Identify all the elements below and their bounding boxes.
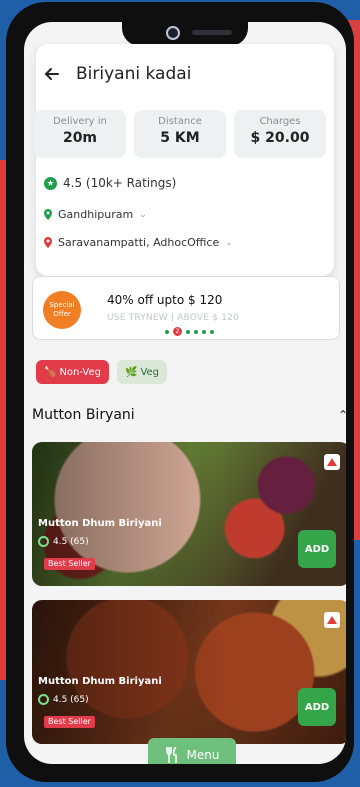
stat-label: Charges [259, 116, 301, 127]
stat-label: Distance [158, 116, 202, 127]
chevron-up-icon[interactable]: ⌃ [338, 408, 346, 422]
item-rating: 4.5 (65) [38, 536, 89, 547]
location-pin-icon [44, 209, 52, 220]
rating-icon [38, 694, 49, 705]
stat-distance: Distance 5 KM [134, 110, 226, 158]
filter-label: Non-Veg [59, 366, 101, 378]
item-name: Mutton Dhum Biriyani [38, 676, 162, 687]
location-pin-icon [44, 237, 52, 248]
bestseller-badge: Best Seller [44, 558, 95, 570]
phone-frame: Biriyani kadai Delivery in 20m Distance … [6, 2, 354, 782]
add-button[interactable]: ADD [298, 530, 336, 568]
offer-banner[interactable]: Special Offer 40% off upto $ 120 USE TRY… [32, 276, 340, 340]
stat-label: Delivery in [53, 116, 107, 127]
item-name: Mutton Dhum Biriyani [38, 518, 162, 529]
location-from-text: Gandhipuram [58, 208, 134, 221]
speaker-icon [192, 30, 232, 35]
carousel-dot[interactable] [194, 329, 198, 334]
nonveg-indicator-icon [324, 454, 340, 470]
menu-label: Menu [186, 748, 220, 762]
restaurant-stats: Delivery in 20m Distance 5 KM Charges $ … [34, 110, 326, 158]
chevron-down-icon: ⌄ [139, 209, 147, 220]
stat-value: $ 20.00 [250, 130, 310, 146]
back-arrow-icon[interactable] [42, 64, 62, 84]
carousel-dot[interactable] [210, 329, 214, 334]
carousel-dot[interactable] [186, 329, 190, 334]
offer-title: 40% off upto $ 120 [107, 293, 223, 307]
restaurant-rating: 4.5 (10k+ Ratings) [44, 176, 176, 190]
food-item-card[interactable]: Mutton Dhum Biriyani 4.5 (65) Best Selle… [32, 442, 346, 586]
drumstick-icon: 🍗 [44, 366, 57, 378]
offer-badge: Special Offer [43, 291, 81, 329]
carousel-dots: 2 [165, 327, 214, 336]
filter-label: Veg [140, 366, 160, 378]
food-item-card[interactable]: Mutton Dhum Biriyani 4.5 (65) Best Selle… [32, 600, 346, 744]
stat-delivery: Delivery in 20m [34, 110, 126, 158]
rating-text: 4.5 (10k+ Ratings) [63, 176, 177, 190]
item-rating-text: 4.5 (65) [53, 536, 89, 547]
item-rating: 4.5 (65) [38, 694, 89, 705]
filter-veg[interactable]: 🌿 Veg [116, 360, 168, 384]
leaf-icon: 🌿 [124, 366, 138, 378]
chevron-down-icon: ⌄ [225, 237, 233, 248]
item-rating-text: 4.5 (65) [53, 694, 89, 705]
star-icon [44, 176, 57, 190]
filter-nonveg[interactable]: 🍗 Non-Veg [36, 360, 109, 384]
carousel-dot[interactable] [165, 329, 169, 334]
app-screen: Biriyani kadai Delivery in 20m Distance … [24, 22, 346, 764]
offer-subtitle: USE TRYNEW | ABOVE $ 120 [107, 313, 239, 323]
title-row: Biriyani kadai [42, 64, 191, 84]
camera-icon [166, 26, 180, 40]
add-button[interactable]: ADD [298, 688, 336, 726]
location-from[interactable]: Gandhipuram ⌄ [44, 208, 147, 221]
location-to-text: Saravanampatti, AdhocOffice [58, 236, 220, 249]
stat-value: 5 KM [160, 130, 200, 146]
carousel-dot[interactable] [202, 329, 206, 334]
page-title: Biriyani kadai [76, 64, 192, 84]
menu-button[interactable]: Menu [148, 738, 236, 764]
diet-filters: 🍗 Non-Veg 🌿 Veg [36, 360, 168, 384]
section-header[interactable]: Mutton Biryani ⌃ [32, 407, 346, 423]
cutlery-icon [165, 747, 177, 763]
location-to[interactable]: Saravanampatti, AdhocOffice ⌄ [44, 236, 233, 249]
stat-charges: Charges $ 20.00 [234, 110, 326, 158]
nonveg-indicator-icon [324, 612, 340, 628]
stat-value: 20m [62, 130, 98, 146]
rating-icon [38, 536, 49, 547]
section-title: Mutton Biryani [32, 407, 135, 423]
bestseller-badge: Best Seller [44, 716, 95, 728]
carousel-dot-active[interactable]: 2 [173, 327, 182, 336]
phone-notch [122, 22, 248, 46]
